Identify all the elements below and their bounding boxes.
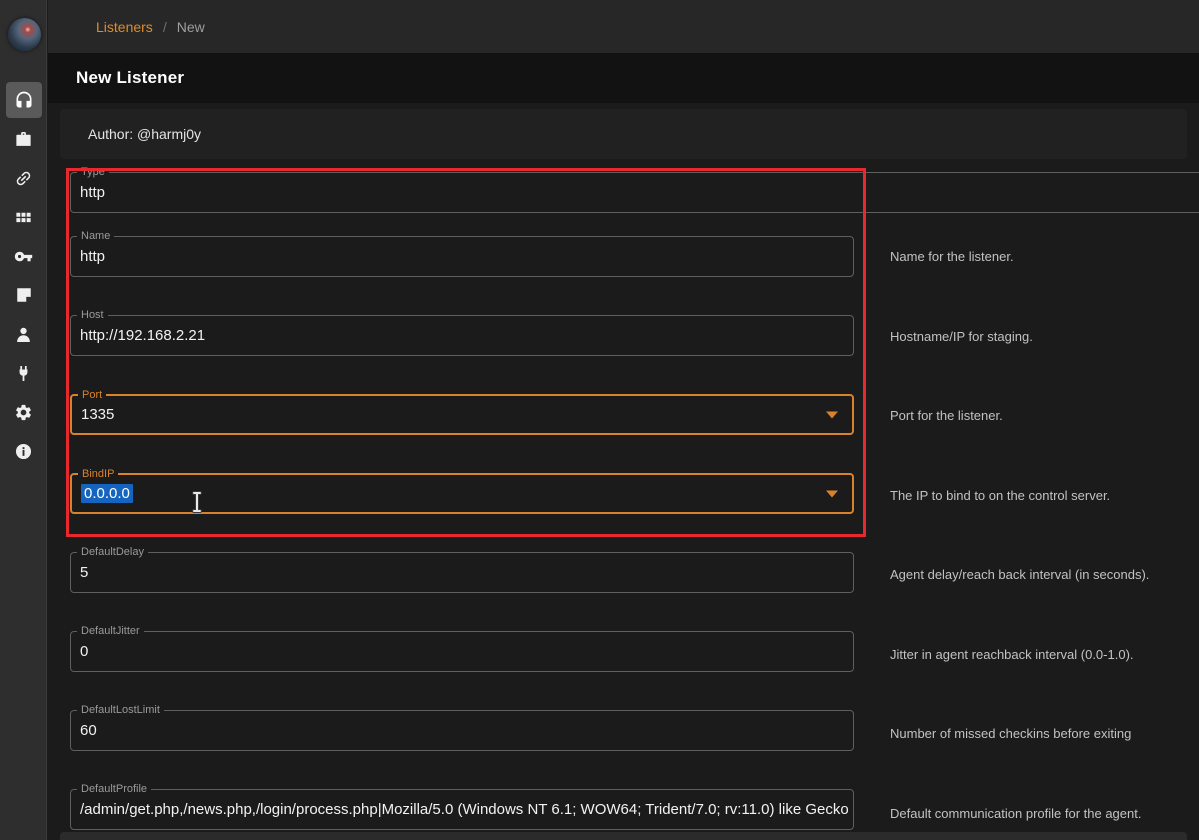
link-icon [10,165,37,192]
person-icon [14,325,33,344]
field-defaultjitter-value: 0 [80,643,88,660]
field-bindip[interactable]: BindIP 0.0.0.0 [70,473,854,514]
field-defaultlostlimit[interactable]: DefaultLostLimit 60 [70,710,854,751]
field-defaultdelay[interactable]: DefaultDelay 5 [70,552,854,593]
sidebar-item-settings[interactable] [6,394,42,430]
top-app-bar: Listeners / New [48,0,1199,53]
field-defaultlostlimit-label: DefaultLostLimit [77,704,164,717]
sidebar-item-about[interactable] [6,433,42,469]
sidebar-item-plugins[interactable] [6,355,42,391]
sidebar-nav [0,82,47,469]
field-host-description: Hostname/IP for staging. [890,329,1033,345]
breadcrumb-current: New [177,19,205,35]
field-defaultdelay-value: 5 [80,564,88,581]
field-defaultprofile-label: DefaultProfile [77,783,151,796]
breadcrumb-separator: / [163,19,167,35]
modules-grid-icon [14,208,33,227]
field-defaultprofile[interactable]: DefaultProfile /admin/get.php,/news.php,… [70,789,854,830]
field-port-description: Port for the listener. [890,408,1003,424]
sidebar-item-agents[interactable] [6,160,42,196]
field-name-description: Name for the listener. [890,249,1014,265]
port-dropdown-arrow-icon[interactable] [826,411,838,418]
starkiller-logo[interactable] [8,18,41,51]
field-type-value: http [80,184,105,201]
field-defaultlostlimit-value: 60 [80,722,97,739]
sidebar-item-modules[interactable] [6,199,42,235]
briefcase-icon [14,130,33,149]
field-defaultdelay-description: Agent delay/reach back interval (in seco… [890,567,1149,583]
note-icon [15,286,33,304]
field-defaultjitter-label: DefaultJitter [77,625,144,638]
sidebar-item-stagers[interactable] [6,121,42,157]
field-type[interactable]: Type http [70,172,1199,213]
field-defaultprofile-description: Default communication profile for the ag… [890,806,1141,822]
author-text: Author: @harmj0y [88,126,201,142]
field-host[interactable]: Host http://192.168.2.21 [70,315,854,356]
field-port-value: 1335 [81,406,114,423]
title-bar: New Listener [48,53,1199,103]
field-port-label: Port [78,389,106,402]
field-defaultlostlimit-description: Number of missed checkins before exiting [890,726,1131,742]
page-title: New Listener [76,68,184,88]
field-bindip-value: 0.0.0.0 [81,484,133,503]
field-defaultjitter-description: Jitter in agent reachback interval (0.0-… [890,647,1134,663]
sidebar-item-listeners[interactable] [6,82,42,118]
gear-icon [14,403,33,422]
field-defaultprofile-value: /admin/get.php,/news.php,/login/process.… [80,801,849,818]
sidebar [0,0,47,840]
key-icon [14,247,33,266]
sidebar-item-credentials[interactable] [6,238,42,274]
field-host-value: http://192.168.2.21 [80,327,205,344]
field-port[interactable]: Port 1335 [70,394,854,435]
field-bindip-description: The IP to bind to on the control server. [890,488,1110,504]
field-name-label: Name [77,230,114,243]
field-bindip-label: BindIP [78,468,118,481]
breadcrumb: Listeners / New [96,19,205,35]
next-card-edge [60,832,1187,840]
field-name-value: http [80,248,105,265]
field-type-label: Type [77,166,109,179]
info-icon [14,442,33,461]
sidebar-item-reporting[interactable] [6,277,42,313]
field-defaultdelay-label: DefaultDelay [77,546,148,559]
field-host-label: Host [77,309,108,322]
field-name[interactable]: Name http [70,236,854,277]
main-area: Listeners / New New Listener Author: @ha… [48,0,1199,840]
breadcrumb-listeners-link[interactable]: Listeners [96,19,153,35]
field-defaultjitter[interactable]: DefaultJitter 0 [70,631,854,672]
headphones-icon [14,90,34,110]
bindip-dropdown-arrow-icon[interactable] [826,490,838,497]
plug-icon [14,364,33,383]
author-card: Author: @harmj0y [60,109,1187,159]
sidebar-item-users[interactable] [6,316,42,352]
